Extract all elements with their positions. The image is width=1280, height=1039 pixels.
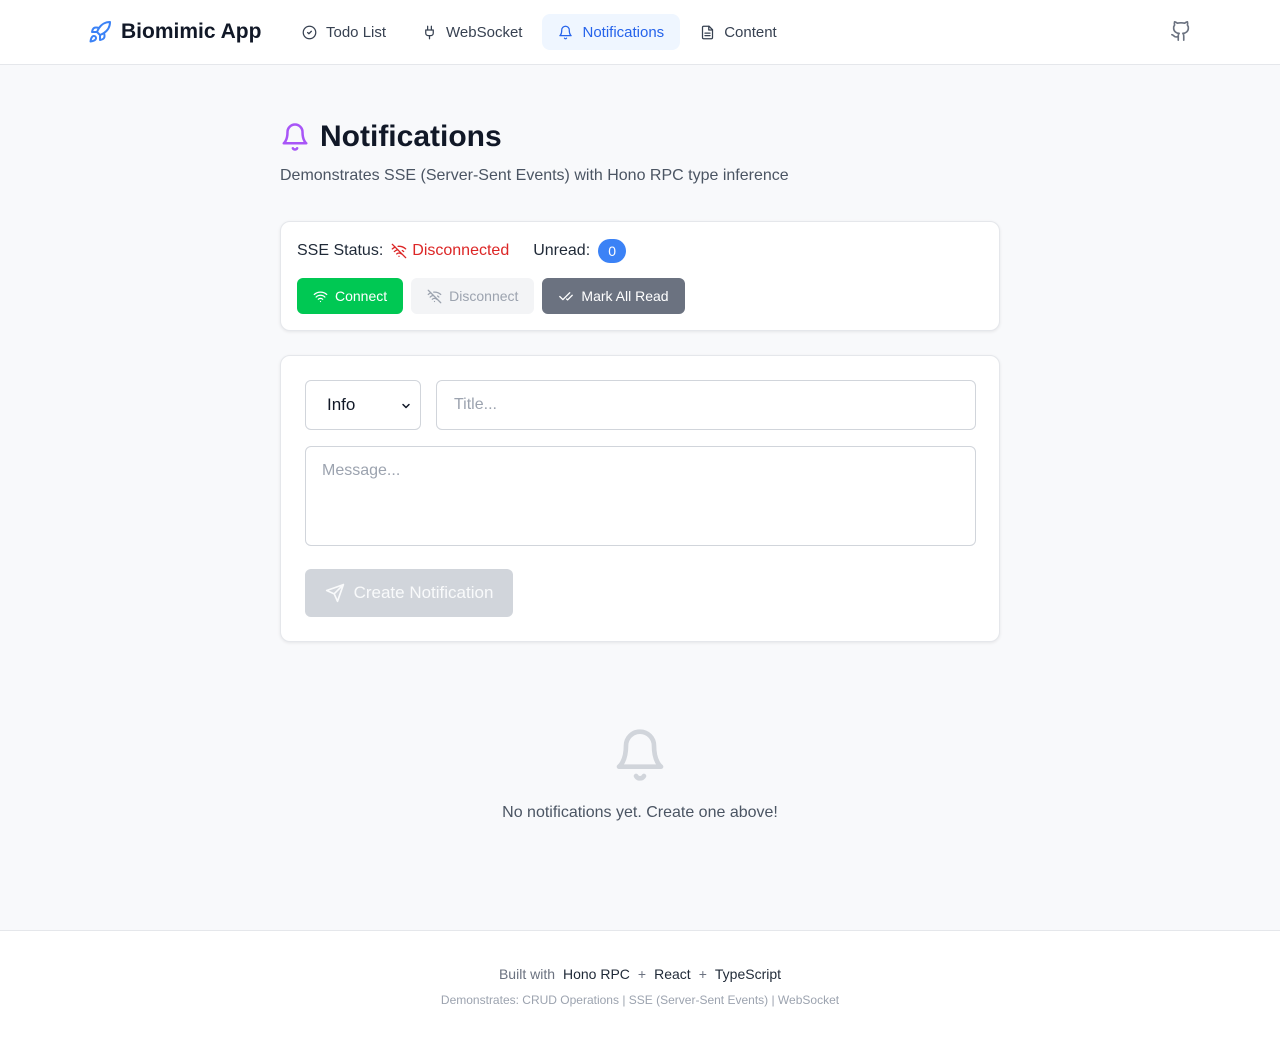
message-placeholder: Message...	[322, 462, 401, 479]
nav-notifications[interactable]: Notifications	[542, 14, 681, 50]
sse-status-label: SSE Status:	[297, 242, 384, 259]
empty-state-text: No notifications yet. Create one above!	[502, 804, 778, 821]
brand-name: Biomimic App	[121, 20, 262, 43]
double-check-icon	[558, 289, 574, 304]
page-heading: Notifications	[320, 120, 502, 153]
select-value: Info	[327, 395, 356, 414]
check-circle-icon	[302, 25, 317, 40]
notification-type-select[interactable]: Info	[305, 380, 421, 430]
document-icon	[700, 25, 715, 40]
disconnect-button[interactable]: Disconnect	[411, 278, 535, 314]
nav-todo-list[interactable]: Todo List	[286, 14, 402, 50]
mark-all-read-label: Mark All Read	[581, 288, 669, 304]
connect-label: Connect	[335, 288, 388, 304]
footer-built-with: Built with Hono RPC + React + TypeScript	[0, 966, 1280, 982]
rocket-icon	[88, 20, 112, 44]
bell-icon	[558, 25, 573, 40]
page-title: Notifications	[280, 120, 502, 154]
sse-status-card: SSE Status: Disconnected Unread: 0 Conne…	[280, 221, 1000, 331]
connect-button[interactable]: Connect	[297, 278, 404, 314]
send-icon	[325, 583, 345, 603]
status-actions: Connect Disconnect Mark All Read	[297, 278, 685, 314]
github-icon[interactable]	[1170, 20, 1192, 42]
tech-react: React	[654, 966, 691, 982]
sse-status-value: Disconnected	[391, 242, 509, 260]
nav-label: WebSocket	[446, 23, 523, 41]
main-nav: Todo List WebSocket Notifications Conten…	[286, 14, 793, 50]
unread-count-badge: 0	[598, 239, 627, 263]
nav-label: Todo List	[326, 23, 387, 41]
nav-label: Notifications	[582, 23, 665, 41]
bell-icon	[612, 725, 668, 785]
disconnect-label: Disconnect	[449, 288, 519, 304]
app-header: Biomimic App Todo List WebSocket Notific…	[0, 0, 1280, 65]
wifi-icon	[313, 289, 328, 304]
mark-all-read-button[interactable]: Mark All Read	[542, 278, 685, 314]
title-input[interactable]: Title...	[436, 380, 976, 430]
wifi-off-icon	[427, 289, 442, 304]
plus-separator: +	[698, 966, 707, 982]
plug-icon	[422, 25, 437, 40]
footer: Built with Hono RPC + React + TypeScript…	[0, 930, 1280, 1039]
plus-separator: +	[637, 966, 647, 982]
create-notification-form: Info Title... Message... Create Notifica…	[280, 355, 1000, 642]
create-notification-label: Create Notification	[353, 583, 494, 602]
title-placeholder: Title...	[454, 396, 497, 413]
bell-icon	[280, 121, 310, 153]
unread-label: Unread:	[533, 242, 591, 259]
chevron-down-icon	[400, 400, 412, 412]
sse-status-text: Disconnected	[412, 242, 510, 259]
nav-label: Content	[724, 23, 777, 41]
status-row: SSE Status: Disconnected Unread: 0	[297, 239, 627, 263]
create-notification-button[interactable]: Create Notification	[305, 569, 513, 617]
page-subtitle: Demonstrates SSE (Server-Sent Events) wi…	[280, 167, 789, 184]
built-with-label: Built with	[498, 966, 555, 982]
footer-demonstrates: Demonstrates: CRUD Operations | SSE (Ser…	[440, 993, 840, 1007]
brand[interactable]: Biomimic App	[88, 19, 261, 45]
tech-hono-rpc: Hono RPC	[563, 966, 630, 982]
tech-typescript: TypeScript	[714, 966, 782, 982]
wifi-off-icon	[391, 243, 407, 259]
message-textarea[interactable]: Message...	[305, 446, 976, 546]
nav-websocket[interactable]: WebSocket	[406, 14, 538, 50]
nav-content[interactable]: Content	[684, 14, 793, 50]
